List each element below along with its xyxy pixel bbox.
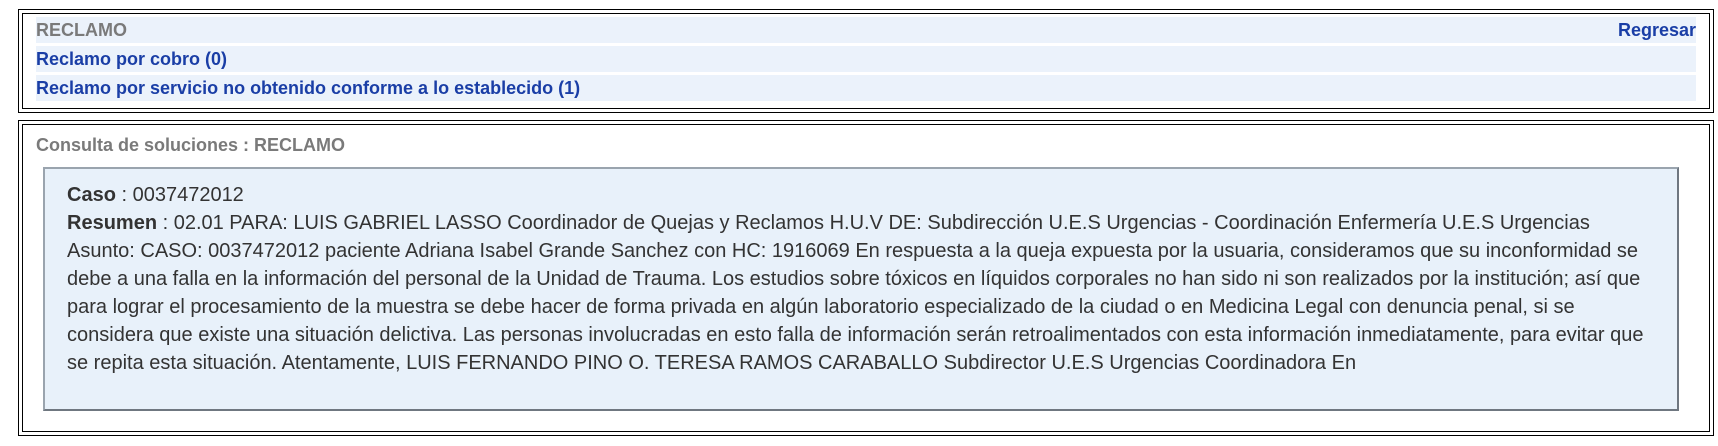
summary-line: Resumen : 02.01 PARA: LUIS GABRIEL LASSO…	[67, 209, 1655, 377]
case-label: Caso	[67, 184, 116, 206]
summary-text: 02.01 PARA: LUIS GABRIEL LASSO Coordinad…	[67, 212, 1644, 374]
reclamo-servicio-link[interactable]: Reclamo por servicio no obtenido conform…	[36, 78, 580, 98]
case-line: Caso : 0037472012	[67, 181, 1655, 209]
reclamo-header-row: RECLAMO Regresar	[36, 17, 1696, 43]
consulta-panel: Consulta de soluciones : RECLAMO Caso : …	[18, 120, 1714, 436]
summary-label: Resumen	[67, 212, 158, 234]
reclamo-title: RECLAMO	[36, 20, 127, 40]
regresar-link[interactable]: Regresar	[1618, 17, 1696, 43]
consulta-title: Consulta de soluciones : RECLAMO	[36, 135, 346, 155]
case-separator: :	[115, 184, 133, 206]
reclamo-cobro-link[interactable]: Reclamo por cobro (0)	[36, 49, 227, 69]
reclamo-item-cobro[interactable]: Reclamo por cobro (0)	[36, 46, 1696, 72]
reclamo-item-servicio[interactable]: Reclamo por servicio no obtenido conform…	[36, 75, 1696, 101]
summary-separator: :	[157, 212, 174, 234]
case-number: 0037472012	[132, 184, 244, 206]
case-detail-box: Caso : 0037472012 Resumen : 02.01 PARA: …	[43, 167, 1679, 411]
reclamo-panel: RECLAMO Regresar Reclamo por cobro (0) R…	[18, 9, 1714, 113]
